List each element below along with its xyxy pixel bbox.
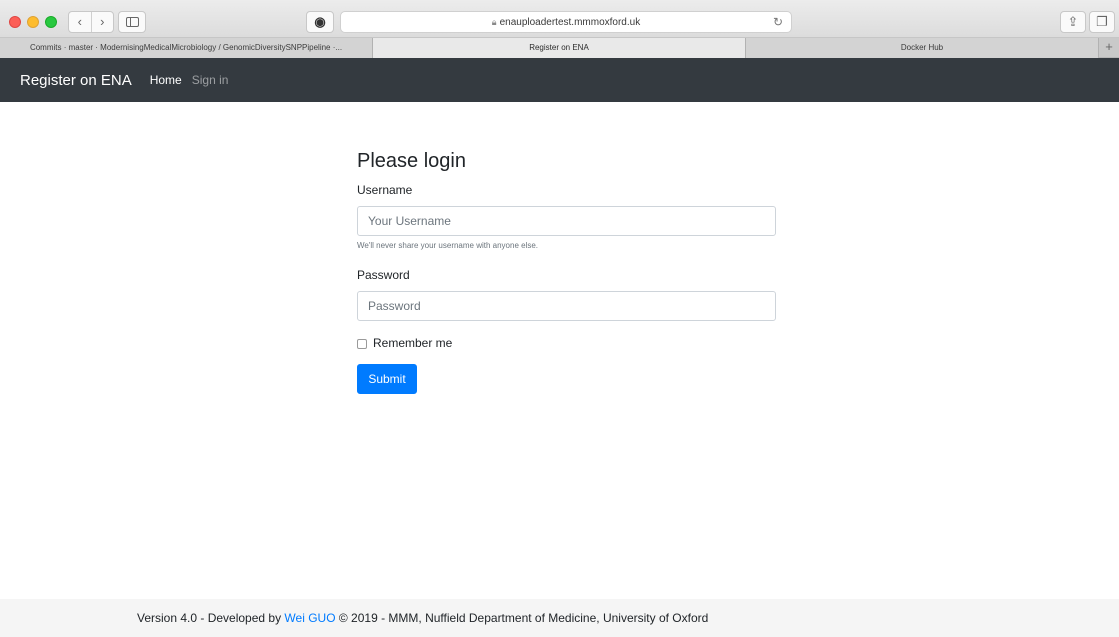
username-input[interactable] <box>357 206 776 236</box>
minimize-window-button[interactable] <box>27 16 39 28</box>
remember-me-label[interactable]: Remember me <box>373 336 452 350</box>
lock-icon: 🔒︎ <box>491 17 497 27</box>
page-footer: Version 4.0 - Developed by Wei GUO © 201… <box>0 599 1119 637</box>
browser-toolbar: ‹ › ◉ 🔒︎ enauploadertest.mmmoxford.uk ↻ ⇪… <box>0 0 1119 38</box>
chevron-right-icon[interactable]: › <box>92 12 114 32</box>
tab-docker-hub[interactable]: Docker Hub <box>746 38 1099 58</box>
chevron-left-icon[interactable]: ‹ <box>69 12 92 32</box>
password-input[interactable] <box>357 291 776 321</box>
tabs-icon[interactable]: ❐ <box>1089 11 1115 33</box>
zoom-window-button[interactable] <box>45 16 57 28</box>
reload-icon[interactable]: ↻ <box>773 12 783 32</box>
footer-version-text: Version 4.0 - Developed by <box>137 611 285 625</box>
sidebar-icon[interactable] <box>118 11 146 33</box>
back-forward-group: ‹ › <box>68 11 114 33</box>
tab-register-on-ena[interactable]: Register on ENA <box>373 38 746 58</box>
remember-me-row: Remember me <box>357 336 776 350</box>
new-tab-button[interactable]: + <box>1099 38 1119 57</box>
footer-author-link[interactable]: Wei GUO <box>284 611 335 625</box>
nav-link-sign-in[interactable]: Sign in <box>192 73 229 87</box>
tab-commits[interactable]: Commits · master · ModernisingMedicalMic… <box>0 38 373 58</box>
url-text: enauploadertest.mmmoxford.uk <box>499 17 641 28</box>
remember-me-checkbox[interactable] <box>357 338 367 349</box>
privacy-shield-icon[interactable]: ◉ <box>306 11 334 33</box>
nav-link-home[interactable]: Home <box>150 73 182 87</box>
footer-copyright-text: © 2019 - MMM, Nuffield Department of Med… <box>335 611 709 625</box>
username-help-text: We'll never share your username with any… <box>357 241 539 250</box>
submit-button[interactable]: Submit <box>357 364 417 394</box>
close-window-button[interactable] <box>9 16 21 28</box>
site-navbar: Register on ENA Home Sign in <box>0 58 1119 102</box>
password-label: Password <box>357 268 410 282</box>
page-title: Please login <box>357 150 466 172</box>
username-label: Username <box>357 183 413 197</box>
address-bar[interactable]: 🔒︎ enauploadertest.mmmoxford.uk ↻ <box>340 11 792 33</box>
navbar-brand[interactable]: Register on ENA <box>20 72 132 89</box>
login-form: Please login Username We'll never share … <box>357 150 776 394</box>
tab-strip: Commits · master · ModernisingMedicalMic… <box>0 38 1119 58</box>
share-icon[interactable]: ⇪ <box>1060 11 1086 33</box>
